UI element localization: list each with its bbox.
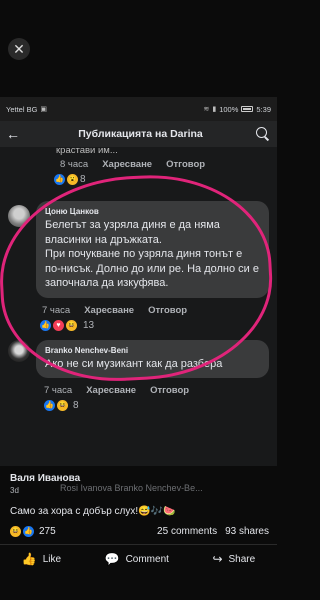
avatar[interactable] bbox=[8, 205, 30, 227]
shares-count[interactable]: 93 shares bbox=[225, 526, 269, 537]
comment-bubble[interactable]: Цоню Цанков Белегът за узряла диня е да … bbox=[36, 201, 269, 298]
divider bbox=[0, 544, 277, 545]
battery-percent: 100% bbox=[219, 104, 239, 114]
reaction-count: 8 bbox=[73, 399, 79, 411]
wifi-icon: ≋ bbox=[203, 106, 210, 113]
tagged-names: Rosi Ivanova Branko Nenchev-Be... bbox=[60, 483, 203, 493]
like-button[interactable]: 👍 Like bbox=[22, 552, 61, 566]
reaction-summary[interactable]: 👍 😆 8 bbox=[8, 397, 269, 413]
comments-list: крастави им... 8 часа Харесване Отговор … bbox=[0, 147, 277, 413]
comment-text: Ако не си музикант как да разбера bbox=[45, 357, 223, 370]
like-link[interactable]: Харесване bbox=[102, 159, 152, 170]
reply-link[interactable]: Отговор bbox=[148, 305, 187, 316]
comment-actions: 7 часа Харесване Отговор bbox=[8, 304, 269, 318]
reply-link[interactable]: Отговор bbox=[150, 385, 189, 396]
notification-icon: ▣ bbox=[40, 106, 48, 113]
haha-reaction-icon: 😆 bbox=[57, 399, 68, 411]
comment-bubble[interactable]: Branko Nenchev-Beni Ако не си музикант к… bbox=[36, 339, 269, 378]
post-caption: Само за хора с добър слух!😅🎶🍉 bbox=[10, 506, 176, 517]
comment-icon: 💬 bbox=[104, 552, 120, 566]
clock: 5:39 bbox=[256, 104, 271, 114]
like-reaction-icon: 👍 bbox=[23, 526, 34, 537]
avatar[interactable] bbox=[8, 339, 30, 362]
page-title: Публикацията на Darina bbox=[78, 128, 203, 140]
reaction-count: 13 bbox=[83, 320, 95, 331]
comment: Цоню Цанков Белегът за узряла диня е да … bbox=[8, 201, 269, 298]
like-link[interactable]: Харесване bbox=[84, 305, 134, 316]
comment-label: Comment bbox=[125, 553, 169, 565]
nav-bar: ← Публикацията на Darina bbox=[0, 121, 277, 147]
previous-comment-text: крастави им... bbox=[56, 147, 118, 156]
commenter-name[interactable]: Branko Nenchev-Beni bbox=[45, 346, 260, 355]
heart-reaction-icon: ♥ bbox=[53, 320, 64, 331]
share-button[interactable]: ↪ Share bbox=[212, 552, 255, 566]
share-label: Share bbox=[228, 553, 256, 565]
close-icon[interactable]: ✕ bbox=[8, 38, 30, 60]
reaction-summary[interactable]: 👍 ♥ 😆 13 bbox=[8, 318, 269, 334]
reaction-count: 8 bbox=[80, 173, 86, 185]
carrier-label: Yettel BG bbox=[6, 104, 38, 114]
comment-button[interactable]: 💬 Comment bbox=[105, 552, 169, 566]
reaction-summary[interactable]: 👍 😮 8 bbox=[8, 171, 269, 187]
comment-text: Белегът за узряла диня е да няма власинк… bbox=[45, 219, 259, 289]
comment-time: 8 часа bbox=[60, 158, 89, 170]
post-stats: 😆 👍 275 25 comments 93 shares bbox=[10, 526, 269, 537]
share-icon: ↪ bbox=[212, 552, 223, 566]
status-bar: Yettel BG ▣ ≋ ▮ 100% 5:39 bbox=[0, 97, 277, 121]
signal-icon: ▮ bbox=[212, 106, 217, 113]
comment-time: 7 часа bbox=[42, 305, 71, 316]
like-reaction-icon: 👍 bbox=[54, 173, 65, 185]
back-arrow-icon[interactable]: ← bbox=[6, 126, 28, 142]
haha-reaction-icon: 😆 bbox=[66, 320, 77, 331]
wow-reaction-icon: 😮 bbox=[67, 173, 78, 185]
comments-count[interactable]: 25 comments bbox=[157, 526, 217, 537]
comment-actions: 7 часа Харесване Отговор bbox=[8, 383, 269, 397]
haha-reaction-icon: 😆 bbox=[10, 526, 21, 537]
post-overlay: Валя Иванова 3d Rosi Ivanova Branko Nenc… bbox=[0, 466, 277, 600]
comment: Branko Nenchev-Beni Ако не си музикант к… bbox=[8, 339, 269, 378]
post-actions: 👍 Like 💬 Comment ↪ Share bbox=[0, 552, 277, 566]
thumbs-up-icon: 👍 bbox=[21, 552, 37, 566]
commenter-name[interactable]: Цоню Цанков bbox=[45, 207, 260, 216]
post-time: 3d bbox=[10, 486, 19, 495]
comment-time: 7 часа bbox=[44, 384, 73, 396]
previous-comment-actions: 8 часа Харесване Отговор bbox=[8, 157, 269, 171]
like-reaction-icon: 👍 bbox=[40, 320, 51, 331]
reaction-count[interactable]: 275 bbox=[39, 526, 56, 537]
battery-icon bbox=[241, 106, 254, 112]
like-label: Like bbox=[42, 553, 62, 565]
screenshot-photo: Yettel BG ▣ ≋ ▮ 100% 5:39 ← Публикацията… bbox=[0, 97, 277, 467]
like-link[interactable]: Харесване bbox=[86, 385, 136, 396]
reply-link[interactable]: Отговор bbox=[166, 159, 205, 170]
search-icon[interactable] bbox=[253, 125, 271, 143]
like-reaction-icon: 👍 bbox=[44, 399, 55, 411]
